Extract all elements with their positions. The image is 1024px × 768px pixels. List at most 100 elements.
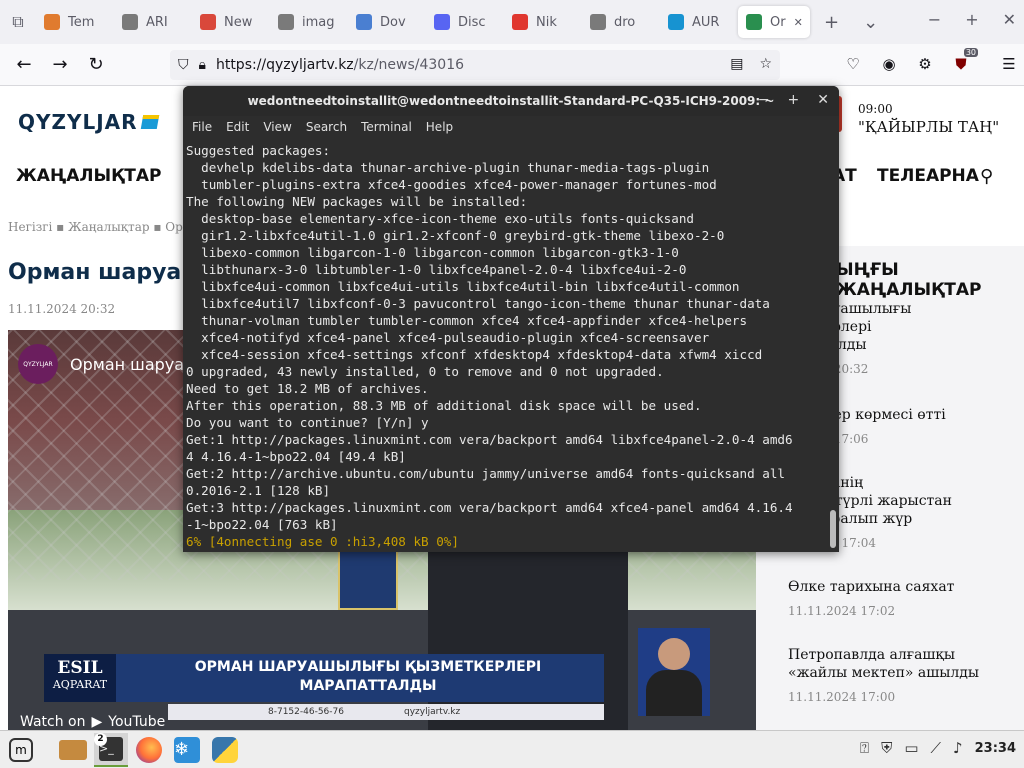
browser-tab[interactable]: imag xyxy=(270,6,348,38)
volume-icon[interactable]: ♪ xyxy=(953,739,963,757)
browser-tab[interactable]: New xyxy=(192,6,270,38)
tab-label: Disc xyxy=(458,14,486,30)
browser-tab-bar: ⧉ Tem ARI New imag Dov Disc Nik dro AUR Or ✕ + ⌄ −… xyxy=(0,0,1024,44)
ublock-icon[interactable]: ⛊ 30 xyxy=(950,48,978,78)
account-icon[interactable]: ◉ xyxy=(878,50,900,78)
menu-hamburger-icon[interactable]: ☰ xyxy=(998,50,1020,78)
news-item-date: 11.11.2024 17:00 xyxy=(788,690,896,704)
esil-aqparat-logo: ESIL AQPARAT xyxy=(44,654,116,702)
settings-app-button[interactable]: ❄ xyxy=(170,733,204,767)
close-icon[interactable]: ✕ xyxy=(1003,10,1016,29)
terminal-menubar: File Edit View Search Terminal Help xyxy=(183,116,839,138)
terminal-menu-item[interactable]: File xyxy=(192,120,212,134)
watch-on-youtube[interactable]: Watch on ▶ YouTube xyxy=(20,714,165,730)
terminal-scrollbar[interactable] xyxy=(830,510,836,548)
terminal-line: Get:2 http://archive.ubuntu.com/ubuntu j… xyxy=(186,466,785,481)
terminal-line: Need to get 18.2 MB of archives. xyxy=(186,381,429,396)
tab-close-icon[interactable]: ✕ xyxy=(794,16,803,29)
youtube-play-icon: ▶ xyxy=(91,714,103,730)
terminal-menu-item[interactable]: Terminal xyxy=(361,120,412,134)
tab-overview-button[interactable]: ⧉ xyxy=(0,6,36,38)
bookmark-star-icon[interactable]: ☆ xyxy=(759,56,772,72)
terminal-window[interactable]: wedontneedtoinstallit@wedontneedtoinstal… xyxy=(183,86,839,552)
tab-favicon-icon xyxy=(590,14,606,30)
browser-tab[interactable]: ARI xyxy=(114,6,192,38)
terminal-menu-item[interactable]: Help xyxy=(426,120,453,134)
back-arrow-icon: ← xyxy=(16,54,32,75)
tracking-shield-icon[interactable]: ⛉ xyxy=(178,57,189,73)
browser-tab[interactable]: dro xyxy=(582,6,660,38)
maximize-icon[interactable]: + xyxy=(965,10,978,29)
lower-third-contacts: 8-7152-46-56-76 qyzyljartv.kz xyxy=(168,704,604,720)
tab-label: Dov xyxy=(380,14,406,30)
terminal-title: wedontneedtoinstallit@wedontneedtoinstal… xyxy=(247,94,775,108)
menu-tv[interactable]: ТЕЛЕАРНА xyxy=(877,166,979,186)
shield-icon[interactable]: ⛨ xyxy=(881,739,892,757)
ublock-count-badge: 30 xyxy=(963,48,978,57)
pocket-icon[interactable]: ♡ xyxy=(842,50,864,78)
tab-list-dropdown-icon[interactable]: ⌄ xyxy=(863,12,878,33)
video-title[interactable]: Орман шаруа xyxy=(70,355,184,374)
browser-tab[interactable]: Nik xyxy=(504,6,582,38)
on-air-time: 09:00 xyxy=(858,102,893,116)
sidebar-news-item[interactable]: Петропавлда алғашқы «жайлы мектеп» ашылд… xyxy=(788,646,1016,704)
reload-icon: ↻ xyxy=(88,54,104,75)
update-manager-icon[interactable]: ⍰ xyxy=(860,739,869,757)
browser-tab[interactable]: Dov xyxy=(348,6,426,38)
lock-icon[interactable]: 🔒︎ xyxy=(199,57,206,73)
tab-favicon-icon xyxy=(512,14,528,30)
terminal-titlebar[interactable]: wedontneedtoinstallit@wedontneedtoinstal… xyxy=(183,86,839,116)
video-channel-header[interactable]: QYZYLJAR Орман шаруа xyxy=(18,344,184,384)
browser-tab[interactable]: AUR xyxy=(660,6,738,38)
terminal-line: 4 4.16.4-1~bpo22.04 [49.4 kB] xyxy=(186,449,406,464)
terminal-line: libexo-common libgarcon-1-0 libgarcon-co… xyxy=(186,245,679,260)
reader-view-icon[interactable]: ▤ xyxy=(730,56,743,72)
browser-tab[interactable]: Or ✕ xyxy=(738,6,810,38)
terminal-progress-line: 6% [4onnecting ase 0 :hi3,408 kB 0%] xyxy=(186,534,459,549)
terminal-maximize-icon[interactable]: + xyxy=(788,92,800,108)
channel-avatar[interactable]: QYZYLJAR xyxy=(18,344,58,384)
network-icon[interactable]: ⟋ xyxy=(931,739,942,757)
files-button[interactable] xyxy=(56,733,90,767)
site-logo[interactable]: QYZYLJAR xyxy=(18,110,159,134)
news-item-title[interactable]: Петропавлда алғашқы «жайлы мектеп» ашылд… xyxy=(788,646,1016,682)
terminal-close-icon[interactable]: ✕ xyxy=(817,92,829,108)
forward-button[interactable]: → xyxy=(42,47,78,83)
new-tab-icon[interactable]: + xyxy=(824,12,839,33)
reload-button[interactable]: ↻ xyxy=(78,47,114,83)
browser-tab[interactable]: Tem xyxy=(36,6,114,38)
terminal-output[interactable]: Suggested packages: devhelp kdelibs-data… xyxy=(183,138,839,550)
terminal-minimize-icon[interactable]: − xyxy=(758,92,770,108)
sidebar-title: ЫҢҒЫ ЖАҢАЛЫҚТАР xyxy=(836,260,982,300)
terminal-menu-item[interactable]: Search xyxy=(306,120,347,134)
minimize-icon[interactable]: − xyxy=(928,10,941,29)
back-button[interactable]: ← xyxy=(6,47,42,83)
esil-logo-line2: AQPARAT xyxy=(52,678,108,691)
forward-arrow-icon: → xyxy=(52,54,68,75)
clock[interactable]: 23:34 xyxy=(975,741,1016,756)
menu-news[interactable]: ЖАҢАЛЫҚТАР xyxy=(16,166,162,186)
news-item-title[interactable]: Өлке тарихына саяхат xyxy=(788,578,1016,596)
browser-tab[interactable]: Disc xyxy=(426,6,504,38)
terminal-line: -1~bpo22.04 [763 kB] xyxy=(186,517,338,532)
terminal-menu-item[interactable]: Edit xyxy=(226,120,249,134)
python-button[interactable] xyxy=(208,733,242,767)
terminal-task-button[interactable]: >_ 2 xyxy=(94,732,128,767)
terminal-line: tumbler-plugins-extra xfce4-goodies xfce… xyxy=(186,177,717,192)
site-search-icon[interactable]: ⚲ xyxy=(980,166,993,187)
breadcrumb[interactable]: Негізгі ▪ Жаңалықтар ▪ Орм xyxy=(8,220,192,234)
terminal-line: 0 upgraded, 43 newly installed, 0 to rem… xyxy=(186,364,664,379)
terminal-menu-item[interactable]: View xyxy=(263,120,291,134)
tab-favicon-icon xyxy=(44,14,60,30)
firefox-button[interactable] xyxy=(132,733,166,767)
tab-label: imag xyxy=(302,14,335,30)
browser-nav-bar: ← → ↻ ⛉ 🔒︎ https://qyzyljartv.kz/kz/news… xyxy=(0,44,1024,86)
extensions-icon[interactable]: ⚙ xyxy=(914,50,936,78)
url-bar[interactable]: ⛉ 🔒︎ https://qyzyljartv.kz/kz/news/43016… xyxy=(170,50,780,80)
tab-favicon-icon xyxy=(746,14,762,30)
on-air-show: "ҚАЙЫРЛЫ ТАҢ" xyxy=(858,118,1000,136)
sidebar-news-item[interactable]: Өлке тарихына саяхат 11.11.2024 17:02 xyxy=(788,578,1016,618)
start-menu-button[interactable]: m xyxy=(4,733,38,767)
keyboard-icon[interactable]: ▭ xyxy=(904,739,918,757)
terminal-line: xfce4-session xfce4-settings xfconf xfde… xyxy=(186,347,763,362)
